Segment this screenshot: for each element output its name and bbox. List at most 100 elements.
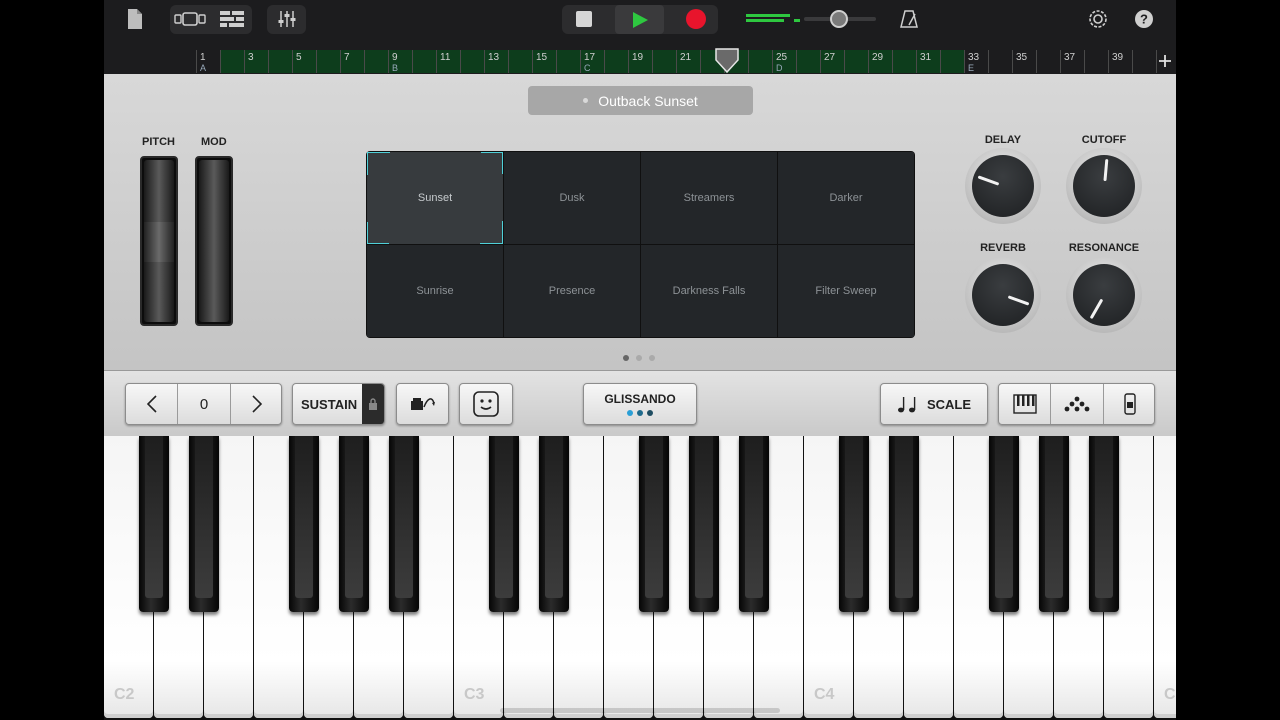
black-key[interactable]	[739, 436, 769, 612]
ruler-tick	[1060, 50, 1061, 73]
pad-sunset[interactable]: Sunset	[367, 152, 503, 244]
ruler-bar-number: 19	[632, 52, 644, 63]
ruler-tick	[748, 50, 749, 73]
preset-name: Outback Sunset	[598, 92, 698, 109]
keyboard-layout-button[interactable]	[459, 383, 513, 425]
black-key[interactable]	[689, 436, 719, 612]
master-volume-slider[interactable]	[804, 10, 876, 28]
gear-icon	[1089, 10, 1107, 28]
sustain-button[interactable]: SUSTAIN	[292, 383, 385, 425]
pad-dusk[interactable]: Dusk	[504, 152, 640, 244]
octave-label: C4	[814, 686, 835, 703]
pad-presence[interactable]: Presence	[504, 245, 640, 337]
mod-label: MOD	[201, 136, 227, 148]
home-indicator	[500, 708, 780, 713]
keyboard-view-button[interactable]	[999, 384, 1050, 424]
pad-darker[interactable]: Darker	[778, 152, 914, 244]
tracks-icon	[220, 11, 244, 27]
sustain-lock[interactable]	[362, 384, 384, 424]
arpeggio-view-button[interactable]	[1051, 384, 1103, 424]
knob-indicator	[1103, 158, 1109, 182]
top-toolbar: ?	[104, 0, 1176, 48]
page-dot-1[interactable]	[623, 355, 629, 361]
record-button[interactable]	[678, 6, 714, 32]
mod-wheel[interactable]	[195, 156, 233, 326]
ruler-tick	[772, 50, 773, 73]
stop-button[interactable]	[566, 6, 602, 32]
black-key[interactable]	[1089, 436, 1119, 612]
ruler-track[interactable]: 13579111315171921232527293133353739ABCDE	[196, 48, 1157, 74]
dots-pyramid-icon	[1064, 396, 1090, 412]
white-key[interactable]: C	[1154, 436, 1176, 718]
pitch-wheel[interactable]	[140, 156, 178, 326]
page-dot-3[interactable]	[649, 355, 655, 361]
black-key[interactable]	[1039, 436, 1069, 612]
pad-label: Darker	[829, 192, 863, 204]
pad-sunrise[interactable]: Sunrise	[367, 245, 503, 337]
ruler-tick	[1036, 50, 1037, 73]
octave-up-button[interactable]	[231, 384, 282, 424]
black-key[interactable]	[639, 436, 669, 612]
browser-view-button[interactable]	[172, 6, 208, 32]
ruler-bar-number: 3	[248, 52, 254, 63]
metronome-button[interactable]	[896, 6, 922, 32]
ruler-tick	[916, 50, 917, 73]
piano-keys-icon	[1012, 394, 1037, 414]
ruler-bar-number: 7	[344, 52, 350, 63]
ruler-tick	[820, 50, 821, 73]
delay-knob[interactable]	[965, 148, 1041, 224]
ruler-tick	[580, 50, 581, 73]
volume-slider-thumb[interactable]	[830, 10, 848, 28]
play-icon	[632, 11, 648, 28]
help-button[interactable]: ?	[1132, 7, 1156, 31]
ruler-bar-number: 35	[1016, 52, 1028, 63]
ruler-tick	[700, 50, 701, 73]
track-controls-button[interactable]	[268, 6, 305, 32]
scale-button[interactable]: SCALE	[880, 383, 988, 425]
settings-button[interactable]	[1085, 6, 1111, 32]
glissando-dots	[627, 410, 653, 416]
pad-darkness-falls[interactable]: Darkness Falls	[641, 245, 777, 337]
ruler-bar-number: 33	[968, 52, 980, 63]
my-songs-button[interactable]	[122, 6, 148, 32]
arpeggiator-button[interactable]	[396, 383, 449, 425]
mixer-sliders-icon	[278, 11, 295, 27]
black-key[interactable]	[989, 436, 1019, 612]
preset-selector[interactable]: Outback Sunset	[528, 86, 753, 115]
ruler-bar-number: 31	[920, 52, 932, 63]
reverb-knob[interactable]	[965, 257, 1041, 333]
black-key[interactable]	[489, 436, 519, 612]
ruler-tick	[364, 50, 365, 73]
lock-icon	[369, 398, 377, 410]
timeline-ruler[interactable]: 13579111315171921232527293133353739ABCDE	[104, 48, 1176, 74]
black-key[interactable]	[539, 436, 569, 612]
ruler-tick	[460, 50, 461, 73]
black-key[interactable]	[339, 436, 369, 612]
page-dot-2[interactable]	[636, 355, 642, 361]
ruler-bar-number: 37	[1064, 52, 1076, 63]
octave-label: C	[1164, 686, 1176, 703]
play-button[interactable]	[615, 5, 664, 34]
resonance-label: RESONANCE	[1068, 242, 1140, 254]
octave-down-button[interactable]	[126, 384, 177, 424]
tracks-view-button[interactable]	[214, 6, 250, 32]
black-key[interactable]	[189, 436, 219, 612]
black-key[interactable]	[139, 436, 169, 612]
pad-streamers[interactable]: Streamers	[641, 152, 777, 244]
ruler-bar-number: 29	[872, 52, 884, 63]
playhead[interactable]	[715, 48, 739, 74]
black-key[interactable]	[839, 436, 869, 612]
glissando-button[interactable]: GLISSANDO	[583, 383, 697, 425]
black-key[interactable]	[289, 436, 319, 612]
add-section-button[interactable]	[1156, 51, 1174, 71]
octave-label: C2	[114, 686, 135, 703]
ruler-tick	[340, 50, 341, 73]
resonance-knob[interactable]	[1066, 257, 1142, 333]
black-key[interactable]	[389, 436, 419, 612]
black-key[interactable]	[889, 436, 919, 612]
controls-view-button[interactable]	[1104, 384, 1155, 424]
cutoff-knob[interactable]	[1066, 148, 1142, 224]
chevron-left-icon	[146, 395, 157, 413]
pad-filter-sweep[interactable]: Filter Sweep	[778, 245, 914, 337]
knob-indicator	[1007, 295, 1030, 306]
